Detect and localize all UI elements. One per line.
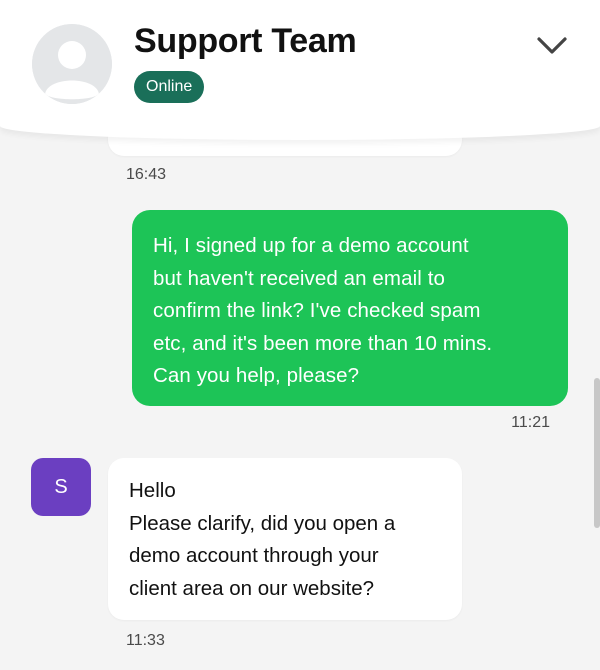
message-line: etc, and it's been more than 10 mins. <box>153 331 493 355</box>
agent-avatar-letter: S <box>54 475 68 498</box>
message-line: Hello <box>129 479 176 502</box>
message-line: Please clarify, did you open a <box>129 511 396 535</box>
status-label: Online <box>146 78 193 95</box>
message-timestamp: 16:43 <box>126 166 167 183</box>
message-timestamp: 11:33 <box>126 632 165 649</box>
user-placeholder-icon <box>32 24 112 104</box>
chevron-down-icon[interactable] <box>536 34 568 58</box>
agent-avatar: S <box>31 458 91 516</box>
chat-title: Support Team <box>134 22 357 60</box>
message-line: Can you help, please? <box>153 364 360 387</box>
message-line: but haven't received an email to <box>153 266 446 290</box>
message-line: Hi, I signed up for a demo account <box>153 234 469 257</box>
chat-header: Support Team Online <box>0 0 600 140</box>
message-timestamp: 11:21 <box>511 414 550 431</box>
message-line: confirm the link? I've checked spam <box>153 299 481 322</box>
agent-message-bubble: Hello Please clarify, did you open a dem… <box>108 458 462 620</box>
user-message-bubble: Hi, I signed up for a demo account but h… <box>132 210 568 406</box>
online-status-badge: Online <box>134 71 205 103</box>
message-line: demo account through your <box>129 544 379 567</box>
scrollbar-thumb[interactable] <box>594 378 600 528</box>
message-line: client area on our website? <box>129 576 375 600</box>
